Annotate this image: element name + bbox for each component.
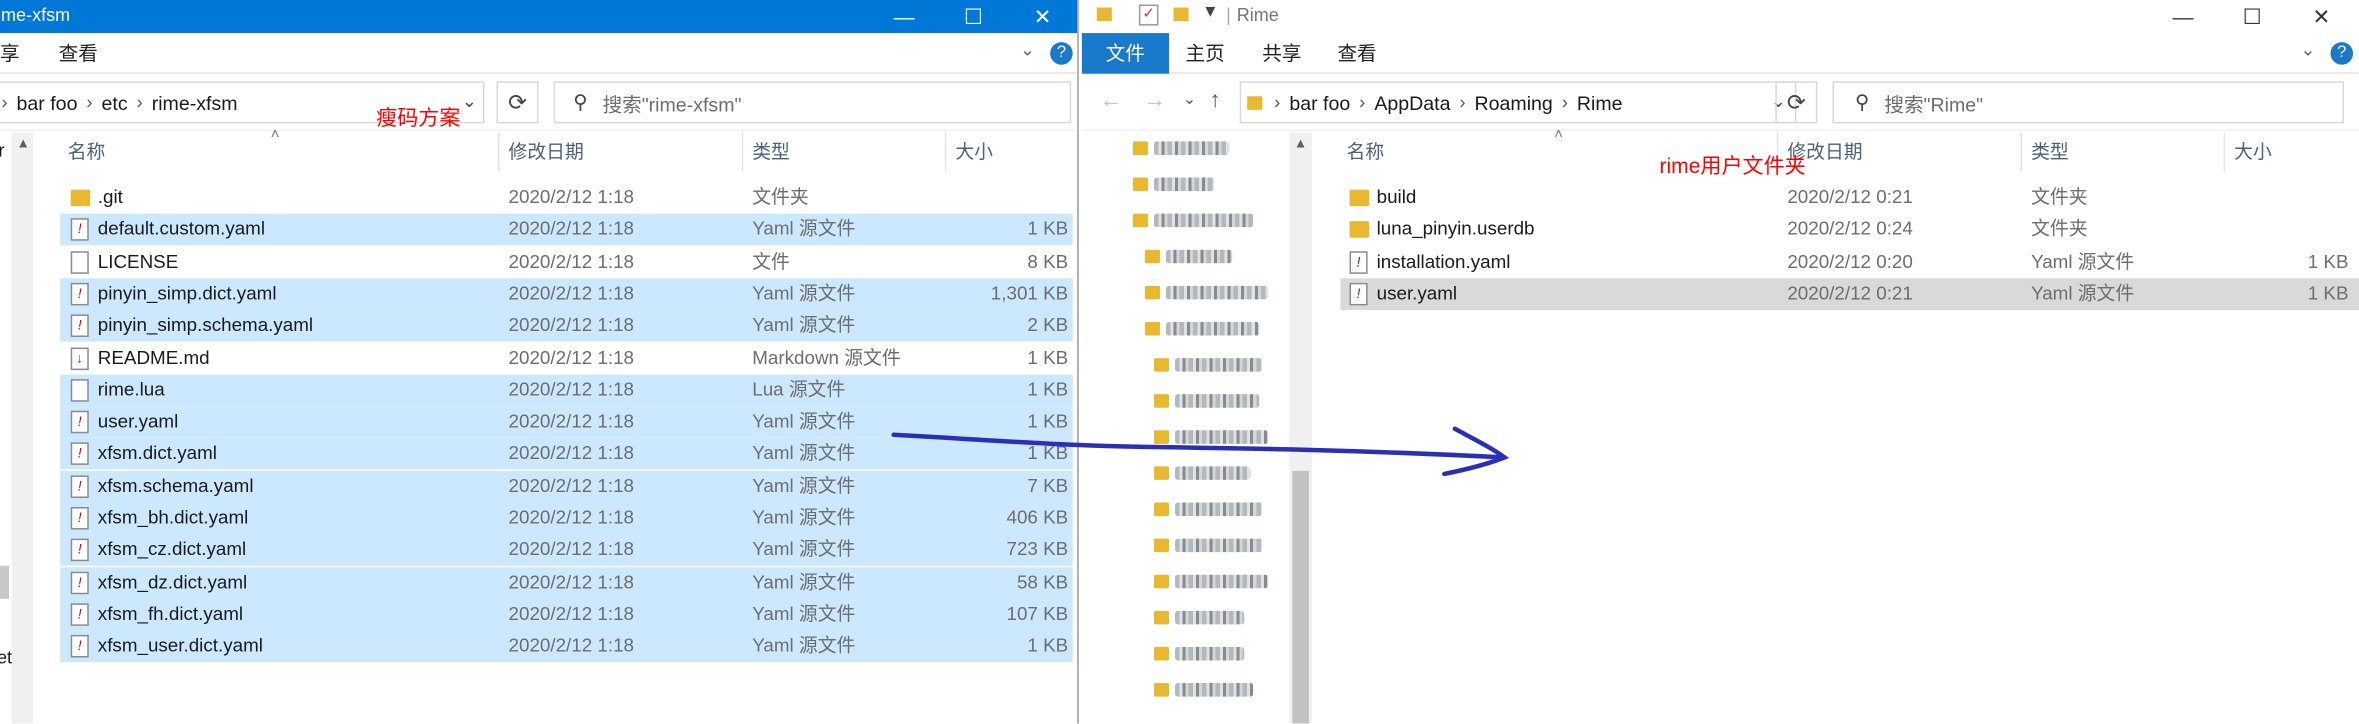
drag-arrow-annotation xyxy=(891,426,1510,477)
